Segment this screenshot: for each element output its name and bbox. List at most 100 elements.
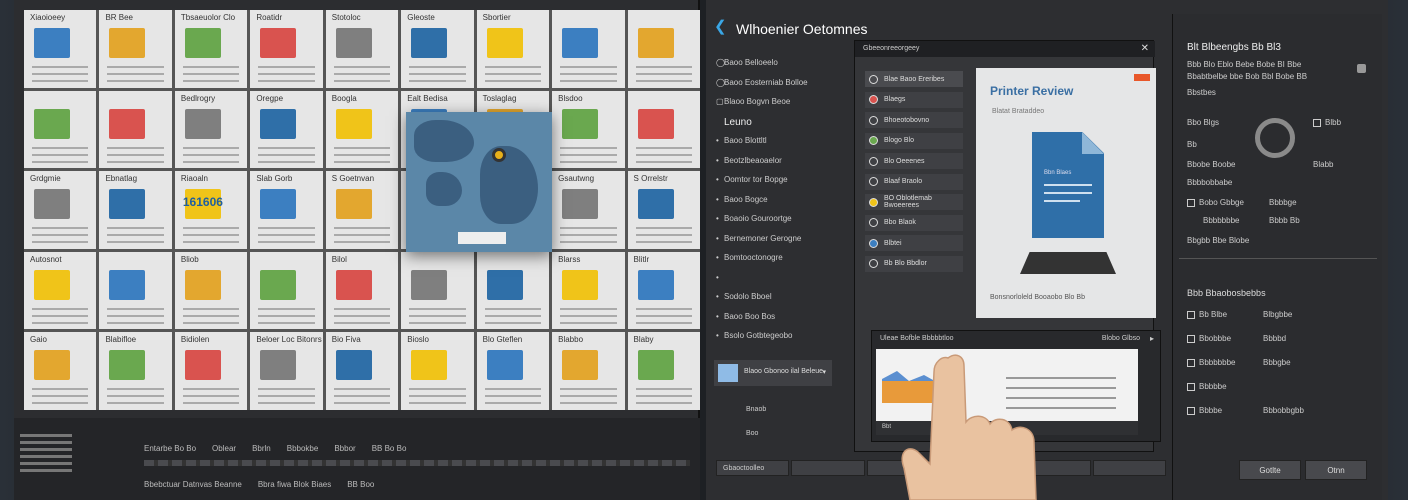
checkbox[interactable] bbox=[1187, 358, 1195, 367]
template-tile[interactable]: Boogla bbox=[325, 90, 399, 169]
back-arrow-icon[interactable]: ❮ bbox=[714, 19, 728, 34]
sidebar-item[interactable]: • Baoo Boo Bos bbox=[716, 312, 775, 321]
sidebar-item[interactable]: • Oomtor tor Bopge bbox=[716, 175, 788, 184]
template-tile[interactable]: Autosnot bbox=[24, 251, 97, 330]
template-tile[interactable]: Bioslo bbox=[401, 332, 474, 410]
sidebar-item[interactable]: • Bomtooctonogre bbox=[716, 253, 783, 262]
template-tile[interactable]: Bliob bbox=[174, 251, 248, 330]
dialog-option[interactable]: Blaaf Braolo bbox=[865, 173, 963, 190]
sidebar-item[interactable]: • Boaoio Gouroortge bbox=[716, 214, 792, 223]
template-tile[interactable]: Bedlrogry bbox=[174, 90, 248, 169]
bottom-tab[interactable]: Gbaoctoolleo bbox=[716, 460, 790, 476]
template-tile[interactable]: Blsdoo bbox=[552, 90, 625, 169]
settings-row[interactable]: Bobo Gbbge bbox=[1187, 198, 1244, 207]
sidebar-item[interactable]: • bbox=[716, 273, 724, 282]
dialog-option[interactable]: Bb Blo Bbdlor bbox=[865, 255, 963, 272]
template-tile[interactable]: Slab Gorb bbox=[250, 171, 323, 249]
checkbox[interactable] bbox=[1187, 382, 1195, 391]
map-thumbnail-floating[interactable] bbox=[406, 112, 552, 252]
template-tile[interactable] bbox=[250, 251, 323, 330]
cancel-button[interactable]: Gotlte bbox=[1239, 460, 1301, 480]
template-tile[interactable]: Blarss bbox=[552, 251, 625, 330]
template-tile[interactable]: Gleoste bbox=[401, 10, 474, 88]
dialog-option[interactable]: Blaegs bbox=[865, 91, 963, 108]
template-tile[interactable]: Oregpe bbox=[250, 90, 323, 169]
dialog-option[interactable]: Bhoeotobovno bbox=[865, 112, 963, 128]
template-tile[interactable] bbox=[627, 10, 700, 88]
dialog-option[interactable]: BO Oblotlemab Bwoeerees bbox=[865, 194, 963, 210]
template-tile[interactable]: Beloer Loc Bitonrs bbox=[250, 332, 323, 410]
dialog-option[interactable]: Blbtei bbox=[865, 235, 963, 251]
tile-text-line bbox=[258, 388, 315, 391]
layer-list[interactable] bbox=[20, 428, 72, 498]
template-tile[interactable]: Grdgmie bbox=[24, 171, 97, 249]
template-tile[interactable]: Blabbo bbox=[552, 332, 625, 410]
close-icon[interactable]: ✕ bbox=[1141, 43, 1149, 54]
template-tile[interactable]: Gsautwng bbox=[552, 171, 625, 249]
template-tile[interactable] bbox=[552, 10, 625, 88]
section-row[interactable]: Bbobbbe bbox=[1187, 334, 1231, 343]
bottom-tab[interactable] bbox=[1092, 460, 1166, 476]
tile-title: S Goetnvan bbox=[331, 174, 375, 184]
sidebar-item[interactable]: • Sodolo Bboel bbox=[716, 292, 772, 301]
checkbox[interactable] bbox=[1187, 406, 1195, 415]
settings-row-label: Bbgbb Bbe Blobe bbox=[1187, 236, 1250, 245]
template-tile[interactable] bbox=[99, 251, 172, 330]
template-tile[interactable]: Ebnatlag bbox=[99, 171, 172, 249]
section-row[interactable]: Bbbbe bbox=[1187, 406, 1222, 415]
template-tile[interactable]: S Orrelstr bbox=[627, 171, 700, 249]
chevron-right-icon[interactable]: ▸ bbox=[1150, 334, 1154, 343]
template-tile[interactable]: Tbsaeuolor Clo bbox=[174, 10, 248, 88]
section-row[interactable]: Bb Blbe bbox=[1187, 310, 1227, 319]
sidebar-item[interactable]: ▢Blaoo Bogvn Beoe bbox=[716, 97, 790, 106]
checkbox[interactable] bbox=[1187, 334, 1195, 343]
template-tile[interactable]: Bidiolen bbox=[174, 332, 248, 410]
settings-row-value[interactable]: Blbb bbox=[1313, 118, 1341, 127]
template-tile[interactable]: Blo Gteflen bbox=[476, 332, 550, 410]
timeline-track[interactable] bbox=[144, 460, 690, 466]
template-tile[interactable]: Sbortier bbox=[476, 10, 550, 88]
template-tile[interactable]: Blabifloe bbox=[99, 332, 172, 410]
dialog-option[interactable]: Bbo Blaok bbox=[865, 214, 963, 231]
template-tile[interactable]: S Goetnvan bbox=[325, 171, 399, 249]
sidebar-item[interactable]: ◯Baoo Belloeelo bbox=[716, 58, 778, 67]
dialog-option[interactable]: Blae Baoo Ereribes bbox=[865, 71, 963, 87]
template-tile[interactable] bbox=[627, 90, 700, 169]
template-tile[interactable]: Blitlr bbox=[627, 251, 700, 330]
template-tile[interactable] bbox=[401, 251, 474, 330]
sidebar-item[interactable]: • Bsolo Gotbtegeobo bbox=[716, 331, 793, 340]
sidebar-item[interactable]: • Beotzlbeaoaelor bbox=[716, 156, 782, 165]
bottom-tab[interactable] bbox=[791, 460, 865, 476]
section-row[interactable]: Bbbbbbbe bbox=[1187, 358, 1235, 367]
dialog-option[interactable]: Blo Oeeenes bbox=[865, 153, 963, 169]
lock-icon[interactable] bbox=[1357, 64, 1366, 73]
section-row[interactable]: Bbbbbe bbox=[1187, 382, 1227, 391]
template-tile[interactable] bbox=[24, 90, 97, 169]
template-tile[interactable]: Bio Fiva bbox=[325, 332, 399, 410]
template-tile[interactable] bbox=[476, 251, 550, 330]
settings-row[interactable]: Bbo Blgs bbox=[1187, 118, 1219, 127]
color-select-dropdown[interactable]: Blaoo Gbonoo ilal Beleue ▾ bbox=[714, 360, 832, 386]
ok-button[interactable]: Otnn bbox=[1305, 460, 1367, 480]
tile-text-line bbox=[333, 321, 391, 324]
sidebar-item[interactable]: • Baoo Bogce bbox=[716, 195, 768, 204]
checkbox[interactable] bbox=[1313, 118, 1321, 127]
sidebar-item[interactable]: • Baoo Blottltl bbox=[716, 136, 767, 145]
timeline-row[interactable]: Bbebctuar Datnvas Beanne Bbra fiwa Blok … bbox=[144, 476, 690, 492]
template-tile[interactable]: Blaby bbox=[627, 332, 700, 410]
checkbox[interactable] bbox=[1187, 198, 1195, 207]
template-tile[interactable]: Gaio bbox=[24, 332, 97, 410]
timeline-row[interactable]: Entarbe Bo Bo Oblear Bbrln Bbbokbe Bbbor… bbox=[144, 440, 690, 456]
sidebar-item[interactable]: ◯Baoo Eosterniab Bolloe bbox=[716, 78, 808, 87]
checkbox[interactable] bbox=[1187, 310, 1195, 319]
section-row-right: Bbbbd bbox=[1263, 334, 1287, 343]
sidebar-item[interactable]: • Bernemoner Gerogne bbox=[716, 234, 801, 243]
template-tile[interactable]: Riaoaln 161606 bbox=[174, 171, 248, 249]
template-tile[interactable]: Xiaoioeey bbox=[24, 10, 97, 88]
template-tile[interactable]: Roatidr bbox=[250, 10, 323, 88]
template-tile[interactable]: Bilol bbox=[325, 251, 399, 330]
dialog-option[interactable]: Blogo Blo bbox=[865, 132, 963, 149]
template-tile[interactable]: BR Bee bbox=[99, 10, 172, 88]
template-tile[interactable] bbox=[99, 90, 172, 169]
template-tile[interactable]: Stotoloc bbox=[325, 10, 399, 88]
